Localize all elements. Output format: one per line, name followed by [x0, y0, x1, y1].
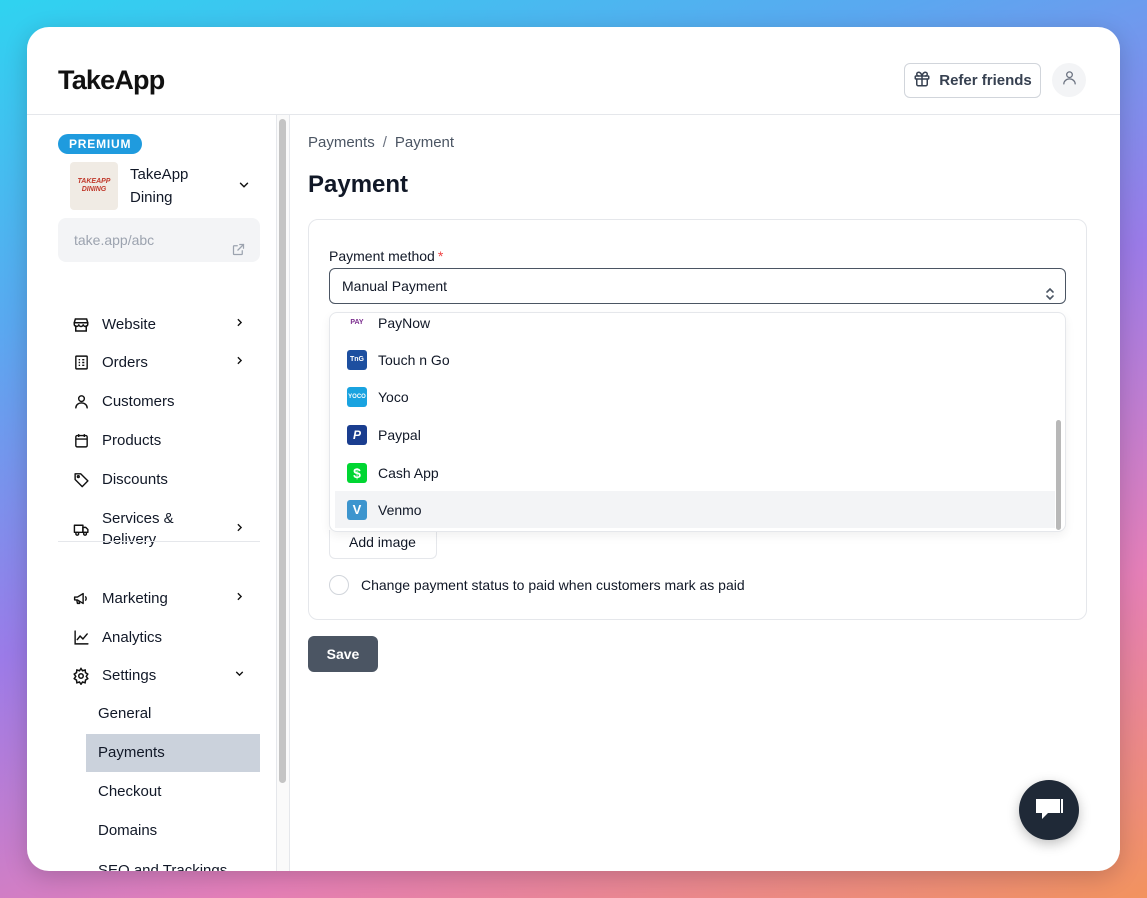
- payment-method-label: Payment method *: [329, 248, 443, 264]
- chat-icon: [1034, 795, 1064, 826]
- yoco-logo-icon: YOCO: [347, 386, 367, 407]
- dropdown-scrollbar-thumb[interactable]: [1056, 420, 1061, 530]
- chevron-right-icon: [233, 590, 246, 607]
- user-icon: [71, 393, 91, 410]
- option-label: PayNow: [378, 314, 431, 331]
- store-logo: TAKEAPP DINING: [70, 162, 118, 210]
- chevron-right-icon: [233, 521, 246, 538]
- refer-friends-label: Refer friends: [939, 72, 1032, 89]
- sidebar-item-label: Services & Delivery: [102, 510, 174, 548]
- sidebar-item-settings[interactable]: Settings: [58, 665, 260, 686]
- chat-support-button[interactable]: [1019, 780, 1079, 840]
- sidebar-item-label: Analytics: [102, 629, 163, 646]
- truck-icon: [71, 521, 91, 538]
- breadcrumb-current: Payment: [394, 134, 455, 151]
- payment-form-card: Payment method * Manual Payment Add image…: [308, 219, 1087, 620]
- sidebar-subitem-domains[interactable]: Domains: [86, 812, 260, 850]
- sidebar-item-marketing[interactable]: Marketing: [58, 588, 260, 609]
- paypal-logo-icon: P: [347, 424, 367, 445]
- chevron-down-icon: [237, 178, 251, 197]
- sidebar-item-label: Customers: [102, 393, 175, 410]
- store-name: TakeApp Dining: [130, 166, 189, 206]
- mark-paid-checkbox-row[interactable]: Change payment status to paid when custo…: [329, 575, 745, 595]
- payment-method-select[interactable]: Manual Payment: [329, 268, 1066, 304]
- chart-line-icon: [71, 629, 91, 646]
- touch-n-go-logo-icon: TnG: [347, 349, 367, 370]
- store-logo-text-top: TAKEAPP: [77, 178, 111, 185]
- tag-icon: [71, 471, 91, 488]
- store-icon: [71, 316, 91, 334]
- chevron-up-down-icon: [1045, 279, 1055, 313]
- required-mark: *: [437, 248, 444, 264]
- option-yoco[interactable]: YOCO Yoco: [335, 378, 1055, 415]
- sidebar-item-analytics[interactable]: Analytics: [58, 627, 260, 648]
- save-button[interactable]: Save: [308, 636, 378, 672]
- payment-method-dropdown[interactable]: PAY PayNow TnG Touch n Go YOCO Yoco P Pa…: [329, 312, 1066, 532]
- external-link-icon[interactable]: [231, 230, 246, 274]
- venmo-logo-icon: V: [347, 499, 367, 520]
- sidebar-subitem-checkout[interactable]: Checkout: [86, 773, 260, 811]
- app-logo[interactable]: TakeApp: [58, 65, 165, 96]
- main-right-gutter: [1100, 115, 1120, 850]
- sidebar-item-customers[interactable]: Customers: [58, 391, 260, 412]
- sidebar-item-label: Orders: [102, 354, 148, 371]
- breadcrumb-separator: /: [382, 134, 387, 151]
- option-label: Touch n Go: [378, 351, 450, 368]
- option-paynow[interactable]: PAY PayNow: [335, 313, 1055, 341]
- sidebar-item-products[interactable]: Products: [58, 430, 260, 451]
- receipt-icon: [71, 354, 91, 371]
- paynow-logo-icon: PAY: [347, 313, 367, 333]
- breadcrumb-payments-link[interactable]: Payments: [308, 134, 375, 151]
- premium-badge: PREMIUM: [58, 134, 143, 154]
- store-logo-text-bottom: DINING: [81, 186, 107, 193]
- mark-paid-checkbox-label: Change payment status to paid when custo…: [361, 577, 745, 593]
- refer-friends-button[interactable]: Refer friends: [904, 63, 1041, 98]
- sidebar-item-discounts[interactable]: Discounts: [58, 469, 260, 490]
- mark-paid-checkbox[interactable]: [329, 575, 349, 595]
- option-venmo[interactable]: V Venmo: [335, 491, 1055, 528]
- payment-method-label-text: Payment method: [329, 248, 435, 264]
- sidebar-subitem-seo-trackings[interactable]: SEO and Trackings: [86, 852, 260, 871]
- option-label: Cash App: [378, 464, 439, 481]
- sidebar-item-services-delivery[interactable]: Services & Delivery: [58, 508, 260, 550]
- sidebar-item-label: Website: [102, 316, 156, 333]
- sidebar-divider: [58, 541, 260, 542]
- user-icon: [1061, 69, 1078, 91]
- page-title: Payment: [308, 171, 409, 198]
- option-paypal[interactable]: P Paypal: [335, 416, 1055, 453]
- sidebar-item-label: Settings: [102, 667, 157, 684]
- sidebar-item-label: Discounts: [102, 471, 168, 488]
- gift-icon: [913, 70, 931, 92]
- gear-icon: [71, 666, 91, 685]
- option-touch-n-go[interactable]: TnG Touch n Go: [335, 341, 1055, 378]
- sidebar-subitem-general[interactable]: General: [86, 695, 260, 733]
- sidebar-scrollbar-thumb[interactable]: [279, 119, 286, 783]
- megaphone-icon: [71, 590, 91, 607]
- calendar-box-icon: [71, 432, 91, 449]
- chevron-right-icon: [233, 316, 246, 333]
- sidebar-subitem-payments[interactable]: Payments: [86, 734, 260, 772]
- add-image-button[interactable]: Add image: [329, 530, 437, 559]
- sidebar-item-website[interactable]: Website: [58, 314, 260, 335]
- top-bar: TakeApp Refer friends: [27, 27, 1120, 115]
- option-label: Paypal: [378, 426, 421, 443]
- store-switcher[interactable]: TAKEAPP DINING TakeApp Dining: [70, 162, 255, 210]
- payment-method-value: Manual Payment: [342, 278, 448, 294]
- option-label: Yoco: [378, 388, 409, 405]
- store-url-link[interactable]: take.app/abc: [58, 218, 260, 262]
- option-label: Venmo: [378, 501, 422, 518]
- chevron-down-icon: [233, 667, 246, 684]
- main-content: Payments / Payment Payment Payment method *…: [290, 115, 1100, 871]
- breadcrumb: Payments / Payment: [308, 134, 454, 151]
- option-cash-app[interactable]: $ Cash App: [335, 454, 1055, 491]
- store-url: take.app/abc: [74, 232, 155, 248]
- user-avatar-button[interactable]: [1052, 63, 1086, 97]
- chevron-right-icon: [233, 354, 246, 371]
- sidebar-item-label: Products: [102, 432, 162, 449]
- sidebar-item-label: Marketing: [102, 590, 168, 607]
- app-window: TakeApp Refer friends PREMIUM TAKEAPP DI…: [27, 27, 1120, 871]
- sidebar-item-orders[interactable]: Orders: [58, 352, 260, 373]
- cash-app-logo-icon: $: [347, 462, 367, 483]
- sidebar: PREMIUM TAKEAPP DINING TakeApp Dining ta…: [27, 115, 289, 871]
